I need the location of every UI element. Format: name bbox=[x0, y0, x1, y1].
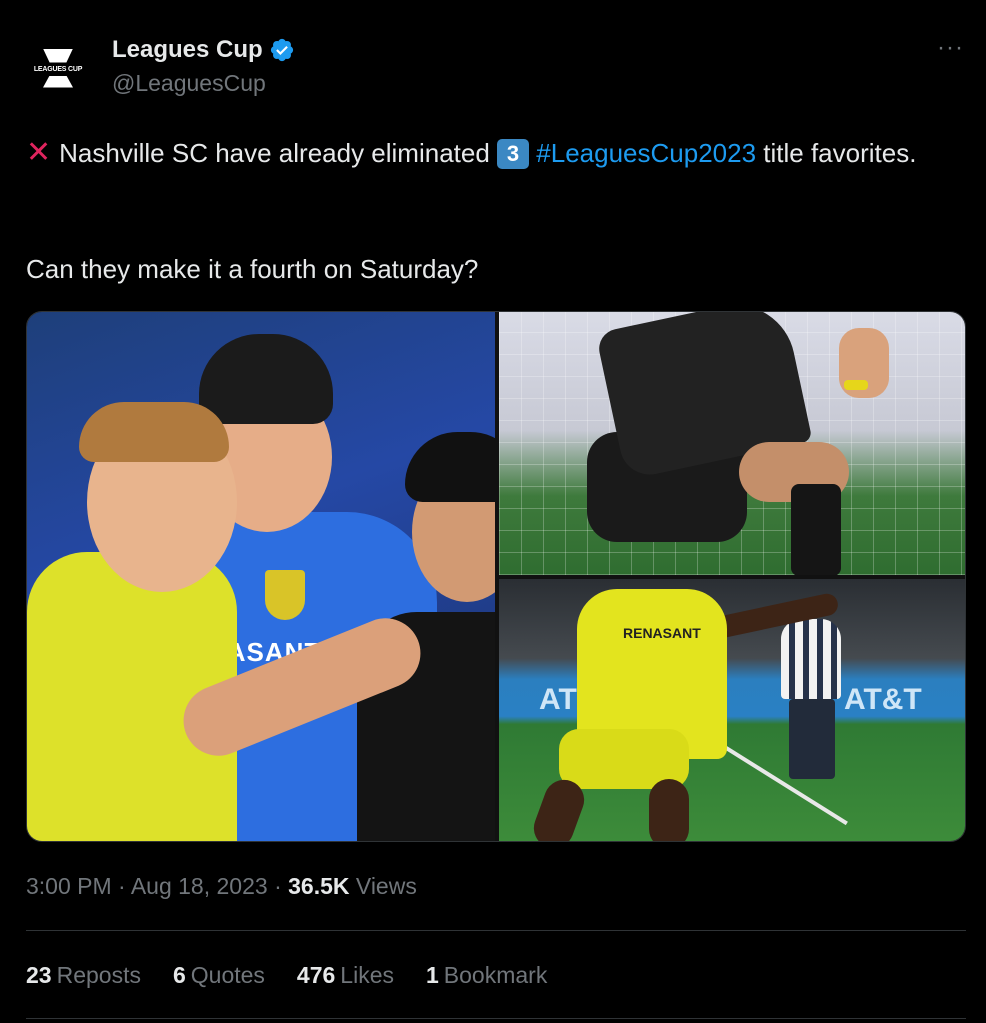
player-leg-right bbox=[649, 779, 689, 841]
leagues-cup-logo-top bbox=[43, 48, 73, 63]
divider bbox=[26, 1018, 966, 1019]
head-guard bbox=[199, 334, 333, 424]
meta-separator: · bbox=[274, 873, 289, 899]
tweet-text-line2: Can they make it a fourth on Saturday? bbox=[26, 254, 479, 284]
engagement-stats: 23 Reposts 6 Quotes 476 Likes 1 Bookmark bbox=[26, 962, 579, 989]
tweet-text-part2: title favorites. bbox=[756, 138, 917, 168]
verified-badge-icon bbox=[270, 38, 293, 62]
meta-separator: · bbox=[118, 873, 131, 899]
tweet-meta: 3:00 PM · Aug 18, 2023 · 36.5K Views bbox=[26, 873, 417, 900]
author-display-name[interactable]: Leagues Cup bbox=[112, 36, 263, 64]
yellow-wristband bbox=[844, 380, 868, 390]
media-grid: NASANT AT AT&T RENASANT bbox=[26, 311, 966, 842]
ad-board-text-right: AT&T bbox=[844, 683, 922, 716]
views-label: Views bbox=[355, 873, 417, 899]
keycap-3-emoji: 3 bbox=[497, 139, 530, 169]
jersey-sponsor-text-c: RENASANT bbox=[623, 625, 701, 641]
quotes-stat[interactable]: 6 Quotes bbox=[173, 962, 265, 989]
photo-crouching-player[interactable] bbox=[499, 312, 965, 575]
opponent-legs bbox=[789, 699, 835, 779]
tweet-time[interactable]: 3:00 PM bbox=[26, 873, 112, 899]
hashtag-link[interactable]: #LeaguesCup2023 bbox=[536, 138, 756, 168]
bookmarks-label: Bookmark bbox=[443, 962, 548, 988]
author-info: Leagues Cup @LeaguesCup bbox=[112, 36, 295, 97]
reposts-stat[interactable]: 23 Reposts bbox=[26, 962, 141, 989]
more-options-icon[interactable]: ··· bbox=[937, 34, 964, 62]
coach-hair bbox=[405, 432, 495, 502]
avatar-logo-text: LEAGUES CUP bbox=[33, 65, 83, 73]
quotes-label: Quotes bbox=[190, 962, 265, 988]
quotes-count: 6 bbox=[172, 962, 186, 988]
author-handle[interactable]: @LeaguesCup bbox=[112, 70, 295, 97]
views-count: 36.5K bbox=[288, 873, 350, 899]
photo-goal-celebration[interactable]: AT AT&T RENASANT bbox=[499, 579, 965, 841]
avatar[interactable]: LEAGUES CUP bbox=[26, 36, 90, 100]
tweet: LEAGUES CUP Leagues Cup @LeaguesCup ··· … bbox=[0, 0, 986, 1023]
leagues-cup-logo-bottom bbox=[43, 75, 73, 88]
bookmarks-count: 1 bbox=[426, 962, 439, 988]
player-hair bbox=[79, 402, 229, 462]
divider bbox=[26, 930, 966, 931]
cross-mark-icon: ✕ bbox=[26, 136, 52, 169]
author-name-row[interactable]: Leagues Cup bbox=[112, 36, 295, 64]
reposts-count: 23 bbox=[26, 962, 52, 988]
likes-stat[interactable]: 476 Likes bbox=[297, 962, 394, 989]
opponent-jersey bbox=[781, 619, 841, 699]
tweet-text: ✕ Nashville SC have already eliminated 3 … bbox=[26, 134, 946, 172]
tweet-date[interactable]: Aug 18, 2023 bbox=[131, 873, 268, 899]
likes-label: Likes bbox=[340, 962, 394, 988]
tweet-text-part1: Nashville SC have already eliminated bbox=[59, 138, 490, 168]
likes-count: 476 bbox=[296, 962, 336, 988]
bookmarks-stat[interactable]: 1 Bookmark bbox=[426, 962, 547, 989]
black-sock bbox=[791, 484, 841, 575]
photo-celebration[interactable]: NASANT bbox=[27, 312, 495, 841]
club-crest bbox=[265, 570, 305, 620]
ad-board-text-left: AT bbox=[539, 683, 577, 716]
reposts-label: Reposts bbox=[56, 962, 141, 988]
